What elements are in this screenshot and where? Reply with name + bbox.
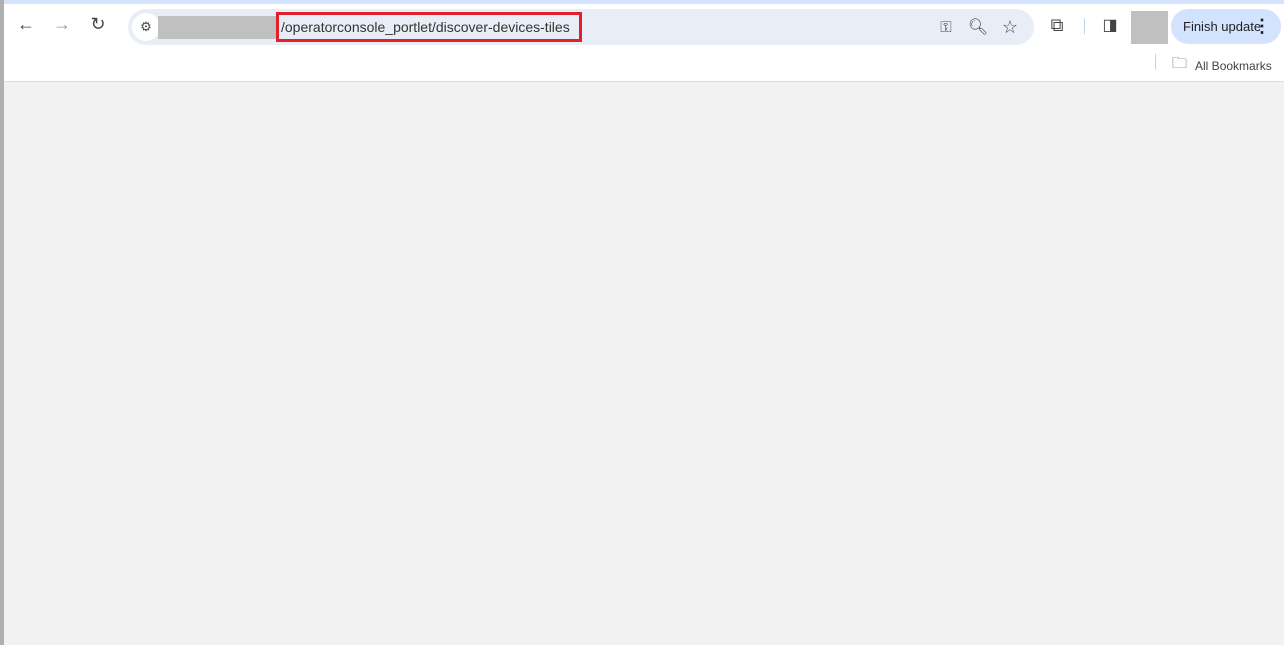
browser-toolbar: ← → ↻ ⚙ /operatorconsole_portlet/discove… (4, 4, 1284, 82)
key-icon[interactable]: ⚿ (934, 15, 958, 39)
zoom-out-icon[interactable]: 🔍︎ (966, 15, 990, 39)
url-text[interactable]: /operatorconsole_portlet/discover-device… (276, 12, 582, 42)
redacted-host (158, 16, 276, 39)
all-bookmarks[interactable]: 🗀 All Bookmarks (1172, 53, 1272, 78)
folder-icon: 🗀 (1172, 55, 1188, 72)
reload-icon[interactable]: ↻ (86, 12, 110, 36)
finish-update-label: Finish update (1183, 19, 1262, 34)
more-icon[interactable]: ⋮ (1253, 9, 1271, 44)
forward-icon[interactable]: → (50, 12, 74, 36)
site-info-icon[interactable]: ⚙ (132, 13, 160, 41)
address-bar[interactable]: ⚙ /operatorconsole_portlet/discover-devi… (128, 9, 1034, 45)
page-content (4, 83, 1284, 645)
divider (1084, 18, 1085, 34)
bookmarks-divider (1155, 54, 1156, 70)
avatar[interactable] (1131, 11, 1168, 44)
star-icon[interactable]: ☆ (998, 15, 1022, 39)
finish-update-button[interactable]: Finish update ⋮ (1171, 9, 1281, 44)
side-panel-icon[interactable]: ◨ (1098, 13, 1122, 37)
back-icon[interactable]: ← (14, 12, 38, 36)
all-bookmarks-label: All Bookmarks (1195, 58, 1272, 73)
extensions-icon[interactable]: ⧉ (1045, 13, 1069, 37)
